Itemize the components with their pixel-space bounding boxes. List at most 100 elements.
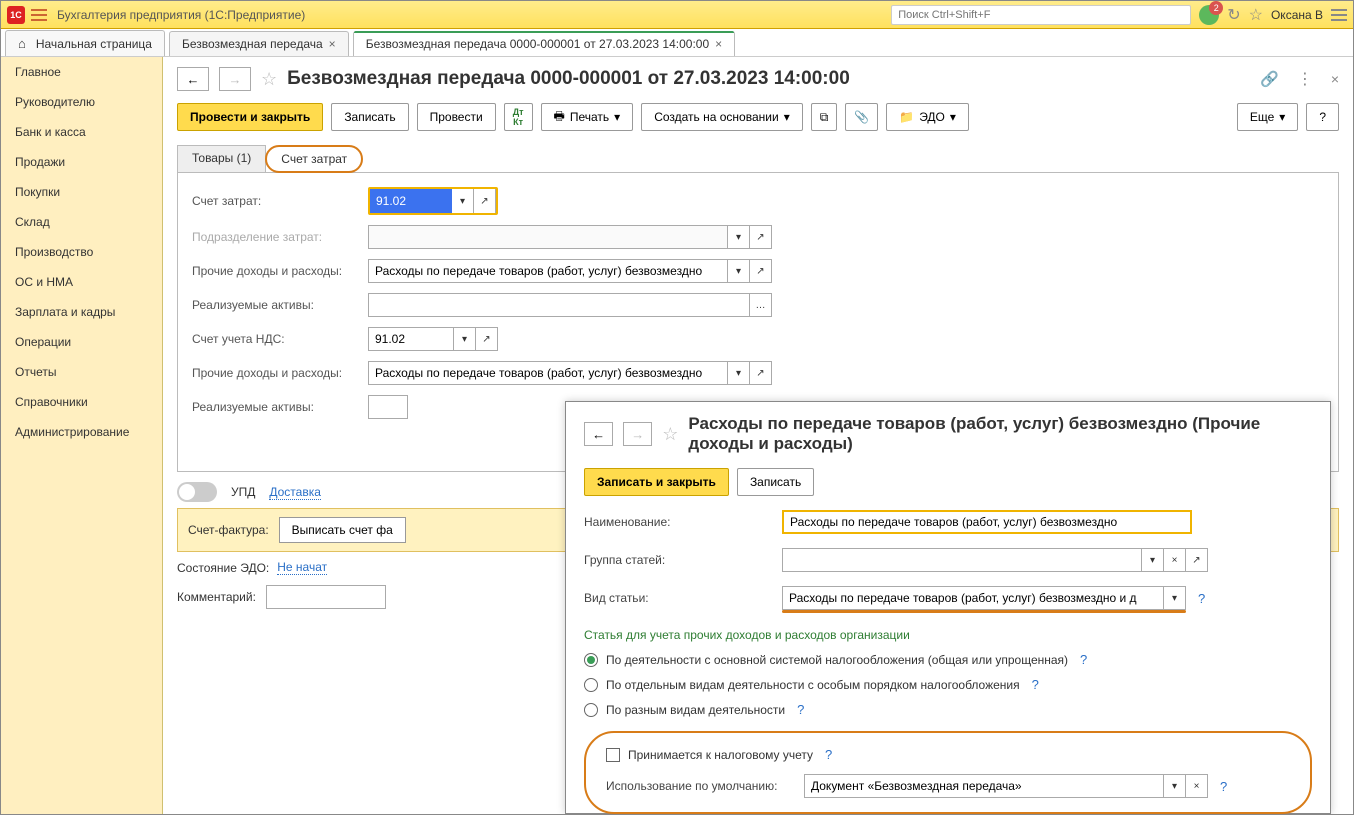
- edo-state-link[interactable]: Не начат: [277, 560, 327, 575]
- sidebar-item-manager[interactable]: Руководителю: [1, 87, 162, 117]
- dropdown-button[interactable]: ▾: [452, 189, 474, 213]
- tax-accepted-checkbox[interactable]: [606, 748, 620, 762]
- popup-write-close-button[interactable]: Записать и закрыть: [584, 468, 729, 496]
- popup-kind-input[interactable]: [782, 586, 1164, 610]
- main-menu-icon[interactable]: [1331, 9, 1347, 21]
- popup-write-button[interactable]: Записать: [737, 468, 814, 496]
- nav-forward-button[interactable]: →: [219, 67, 251, 91]
- create-invoice-button[interactable]: Выписать счет фа: [279, 517, 406, 543]
- logo-1c-icon: 1C: [7, 6, 25, 24]
- doc-header: ←→ ☆ Безвозмездная передача 0000-000001 …: [163, 57, 1353, 95]
- history-icon[interactable]: ↻: [1227, 5, 1240, 25]
- close-icon[interactable]: ×: [1331, 71, 1339, 87]
- dropdown-button[interactable]: ▾: [728, 259, 750, 283]
- more-icon[interactable]: ⋮: [1297, 69, 1313, 89]
- sidebar-item-salary[interactable]: Зарплата и кадры: [1, 297, 162, 327]
- notifications-icon[interactable]: 2: [1199, 5, 1219, 25]
- favorite-icon[interactable]: ☆: [1249, 5, 1263, 25]
- create-on-basis-button[interactable]: Создать на основании ▾: [641, 103, 803, 131]
- post-and-close-button[interactable]: Провести и закрыть: [177, 103, 323, 131]
- dropdown-button[interactable]: ▾: [1164, 586, 1186, 610]
- popup-default-input[interactable]: [804, 774, 1164, 798]
- sidebar-item-bank[interactable]: Банк и касса: [1, 117, 162, 147]
- help-icon[interactable]: ?: [1220, 779, 1227, 794]
- open-ref-button[interactable]: ↗: [1186, 548, 1208, 572]
- related-docs-button[interactable]: ⧉: [811, 103, 838, 131]
- favorite-star-icon[interactable]: ☆: [261, 69, 277, 90]
- dropdown-button[interactable]: ▾: [728, 361, 750, 385]
- label-subdivision: Подразделение затрат:: [192, 230, 362, 244]
- assets-input[interactable]: [368, 293, 750, 317]
- nav-back-button[interactable]: ←: [177, 67, 209, 91]
- label-cost-account: Счет затрат:: [192, 194, 362, 208]
- popup-section-title: Статья для учета прочих доходов и расход…: [584, 628, 1312, 642]
- attach-button[interactable]: 📎: [845, 103, 878, 131]
- post-button[interactable]: Провести: [417, 103, 496, 131]
- tab-cost-account[interactable]: Счет затрат: [265, 145, 363, 173]
- delivery-link[interactable]: Доставка: [269, 485, 321, 500]
- edo-button[interactable]: 📁 ЭДО ▾: [886, 103, 969, 131]
- radio-special-tax[interactable]: [584, 678, 598, 692]
- tab-doc-list[interactable]: Безвозмездная передача×: [169, 31, 349, 56]
- global-search[interactable]: [891, 5, 1191, 25]
- comment-input[interactable]: [266, 585, 386, 609]
- clear-button[interactable]: ×: [1164, 548, 1186, 572]
- open-ref-button[interactable]: ↗: [476, 327, 498, 351]
- help-icon[interactable]: ?: [1080, 652, 1087, 667]
- help-icon[interactable]: ?: [825, 747, 832, 762]
- clear-button[interactable]: ×: [1186, 774, 1208, 798]
- vat-account-input[interactable]: [368, 327, 454, 351]
- hamburger-menu-icon[interactable]: [31, 9, 47, 21]
- popup-name-input[interactable]: [782, 510, 1192, 534]
- sidebar-item-warehouse[interactable]: Склад: [1, 207, 162, 237]
- sidebar-item-production[interactable]: Производство: [1, 237, 162, 267]
- radio-mixed[interactable]: [584, 703, 598, 717]
- nav-back-button[interactable]: ←: [584, 422, 613, 446]
- radio-main-tax[interactable]: [584, 653, 598, 667]
- hierarchy-icon: ⧉: [820, 110, 829, 125]
- title-bar: 1C Бухгалтерия предприятия (1С:Предприят…: [1, 1, 1353, 29]
- user-name[interactable]: Оксана В: [1271, 8, 1323, 22]
- sidebar-item-assets[interactable]: ОС и НМА: [1, 267, 162, 297]
- print-button[interactable]: 🖶Печать ▾: [541, 103, 634, 131]
- cost-account-input[interactable]: [370, 189, 452, 213]
- help-button[interactable]: ?: [1306, 103, 1339, 131]
- sidebar-item-purchases[interactable]: Покупки: [1, 177, 162, 207]
- nav-forward-button[interactable]: →: [623, 422, 652, 446]
- link-icon[interactable]: 🔗: [1260, 70, 1279, 88]
- tab-home[interactable]: ⌂Начальная страница: [5, 30, 165, 56]
- assets-input-2[interactable]: [368, 395, 408, 419]
- tab-doc-current[interactable]: Безвозмездная передача 0000-000001 от 27…: [353, 31, 735, 56]
- dropdown-button[interactable]: ▾: [1164, 774, 1186, 798]
- tab-goods[interactable]: Товары (1): [177, 145, 266, 173]
- sidebar-item-references[interactable]: Справочники: [1, 387, 162, 417]
- favorite-star-icon[interactable]: ☆: [662, 424, 678, 445]
- search-input[interactable]: [891, 5, 1191, 25]
- help-icon[interactable]: ?: [1032, 677, 1039, 692]
- open-ref-button[interactable]: ↗: [750, 361, 772, 385]
- help-icon[interactable]: ?: [797, 702, 804, 717]
- sidebar-item-reports[interactable]: Отчеты: [1, 357, 162, 387]
- other-income-input-2[interactable]: [368, 361, 728, 385]
- dropdown-button[interactable]: ▾: [728, 225, 750, 249]
- popup-group-input[interactable]: [782, 548, 1142, 572]
- subdivision-input[interactable]: [368, 225, 728, 249]
- open-ref-button[interactable]: ↗: [474, 189, 496, 213]
- sidebar-item-operations[interactable]: Операции: [1, 327, 162, 357]
- close-icon[interactable]: ×: [329, 37, 336, 51]
- upd-toggle[interactable]: [177, 482, 217, 502]
- sidebar-item-main[interactable]: Главное: [1, 57, 162, 87]
- other-income-input[interactable]: [368, 259, 728, 283]
- dropdown-button[interactable]: ▾: [454, 327, 476, 351]
- sidebar-item-admin[interactable]: Администрирование: [1, 417, 162, 447]
- open-ref-button[interactable]: ↗: [750, 225, 772, 249]
- more-button[interactable]: Еще ▾: [1237, 103, 1298, 131]
- close-icon[interactable]: ×: [715, 37, 722, 51]
- sidebar-item-sales[interactable]: Продажи: [1, 147, 162, 177]
- write-button[interactable]: Записать: [331, 103, 408, 131]
- open-ref-button[interactable]: ↗: [750, 259, 772, 283]
- ellipsis-button[interactable]: …: [750, 293, 772, 317]
- help-icon[interactable]: ?: [1198, 591, 1205, 606]
- dropdown-button[interactable]: ▾: [1142, 548, 1164, 572]
- dr-cr-button[interactable]: ДтКт: [504, 103, 533, 131]
